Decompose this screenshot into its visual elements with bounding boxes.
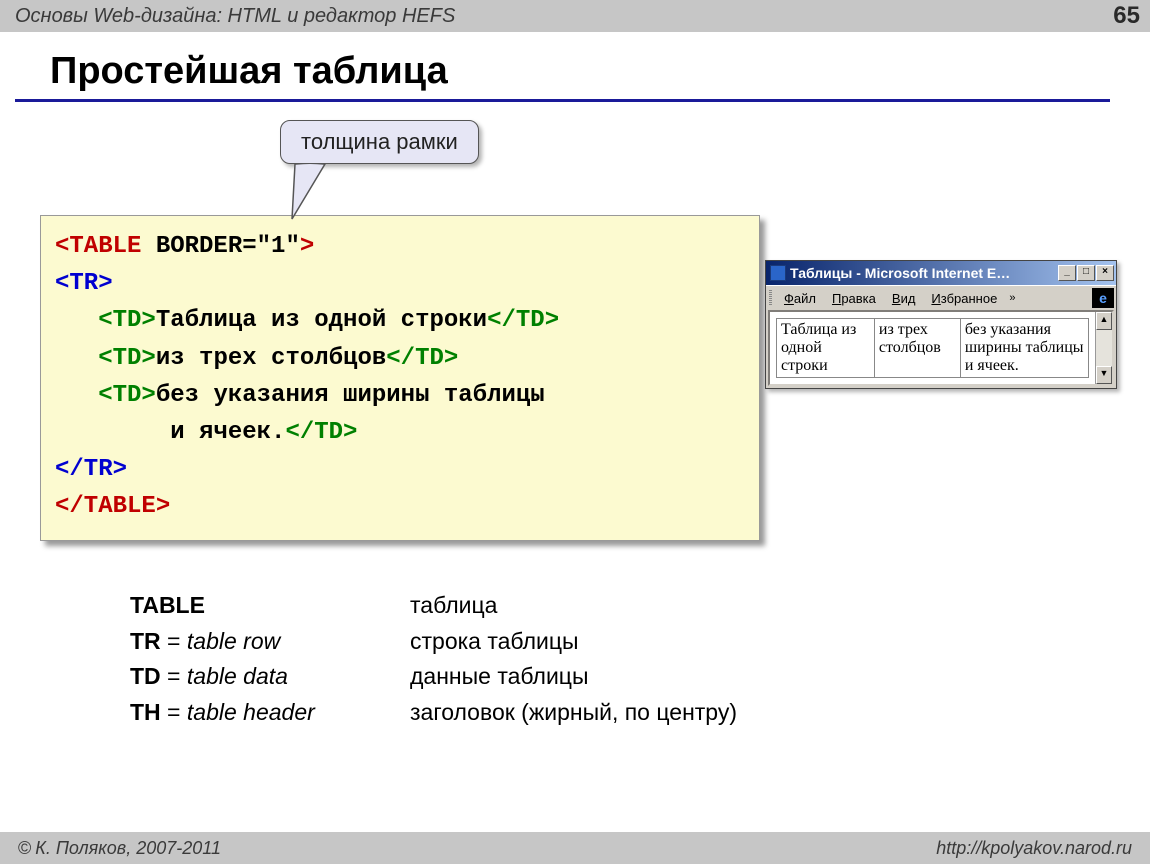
table-cell: Таблица из одной строки [777,319,875,378]
client-area: Таблица из одной строки из трех столбцов… [768,310,1114,386]
def-term: TD [130,663,161,689]
table-cell: без указания ширины таблицы и ячеек. [960,319,1088,378]
code-token: </TD> [487,307,559,334]
def-ru: данные таблицы [410,659,589,695]
copyright-icon: © [18,838,31,858]
code-token: </TD> [386,345,458,372]
code-token: </TD> [285,419,357,446]
definitions-list: TABLE таблица TR = table row строка табл… [130,588,737,731]
def-term: TR [130,628,161,654]
scroll-down-icon[interactable]: ▼ [1096,366,1112,384]
slide-title: Простейшая таблица [50,50,1150,93]
close-button[interactable]: × [1096,265,1114,281]
definition-row: TABLE таблица [130,588,737,624]
app-icon [770,265,786,281]
def-term: TABLE [130,592,205,618]
scroll-up-icon[interactable]: ▲ [1096,312,1112,330]
example-table: Таблица из одной строки из трех столбцов… [776,318,1089,378]
slide-footer: ©К. Поляков, 2007-2011 http://kpolyakov.… [0,832,1150,864]
code-token: <TR> [55,270,113,297]
window-title: Таблицы - Microsoft Internet E… [790,265,1057,281]
footer-url: http://kpolyakov.narod.ru [936,838,1132,859]
def-ru: заголовок (жирный, по центру) [410,695,737,731]
code-sample: <TABLE BORDER="1"> <TR> <TD>Таблица из о… [40,215,760,541]
definition-row: TH = table header заголовок (жирный, по … [130,695,737,731]
def-eng: table header [187,699,315,725]
code-token: без указания ширины таблицы [156,382,545,409]
def-ru: строка таблицы [410,624,579,660]
browser-window: Таблицы - Microsoft Internet E… _ □ × Фа… [765,260,1117,389]
callout-bubble: толщина рамки [280,120,479,164]
table-cell: из трех столбцов [874,319,960,378]
code-token: и ячеек. [55,419,285,446]
footer-author: ©К. Поляков, 2007-2011 [18,838,221,859]
minimize-button[interactable]: _ [1058,265,1076,281]
menubar: Файл Правка Вид Избранное » e [766,285,1116,310]
maximize-button[interactable]: □ [1077,265,1095,281]
page-content: Таблица из одной строки из трех столбцов… [770,312,1095,384]
grip-icon [769,290,772,306]
menu-fav[interactable]: Избранное [925,291,1003,306]
scroll-track[interactable] [1096,330,1112,366]
title-underline [15,99,1110,102]
def-ru: таблица [410,588,497,624]
definition-row: TD = table data данные таблицы [130,659,737,695]
def-term: TH [130,699,161,725]
ie-logo-icon: e [1092,288,1114,308]
code-token: <TD> [55,345,156,372]
code-token: BORDER="1" [141,233,299,260]
code-token: <TD> [55,382,156,409]
chevron-right-icon[interactable]: » [1007,292,1017,304]
definition-row: TR = table row строка таблицы [130,624,737,660]
code-token: из трех столбцов [156,345,386,372]
menu-edit[interactable]: Правка [826,291,882,306]
menu-view[interactable]: Вид [886,291,922,306]
code-token: <TABLE [55,233,141,260]
code-token: Таблица из одной строки [156,307,487,334]
menu-file[interactable]: Файл [778,291,822,306]
code-token: </TR> [55,456,127,483]
code-token: <TD> [55,307,156,334]
scrollbar[interactable]: ▲ ▼ [1095,312,1112,384]
def-eng: table data [187,663,288,689]
callout: толщина рамки [280,120,479,164]
def-eng: table row [187,628,280,654]
page-number: 65 [1113,2,1140,30]
code-token: </TABLE> [55,493,170,520]
slide-header: Основы Web-дизайна: HTML и редактор HEFS… [0,0,1150,32]
window-titlebar: Таблицы - Microsoft Internet E… _ □ × [766,261,1116,285]
code-token: > [300,233,314,260]
course-title: Основы Web-дизайна: HTML и редактор HEFS [15,5,455,28]
